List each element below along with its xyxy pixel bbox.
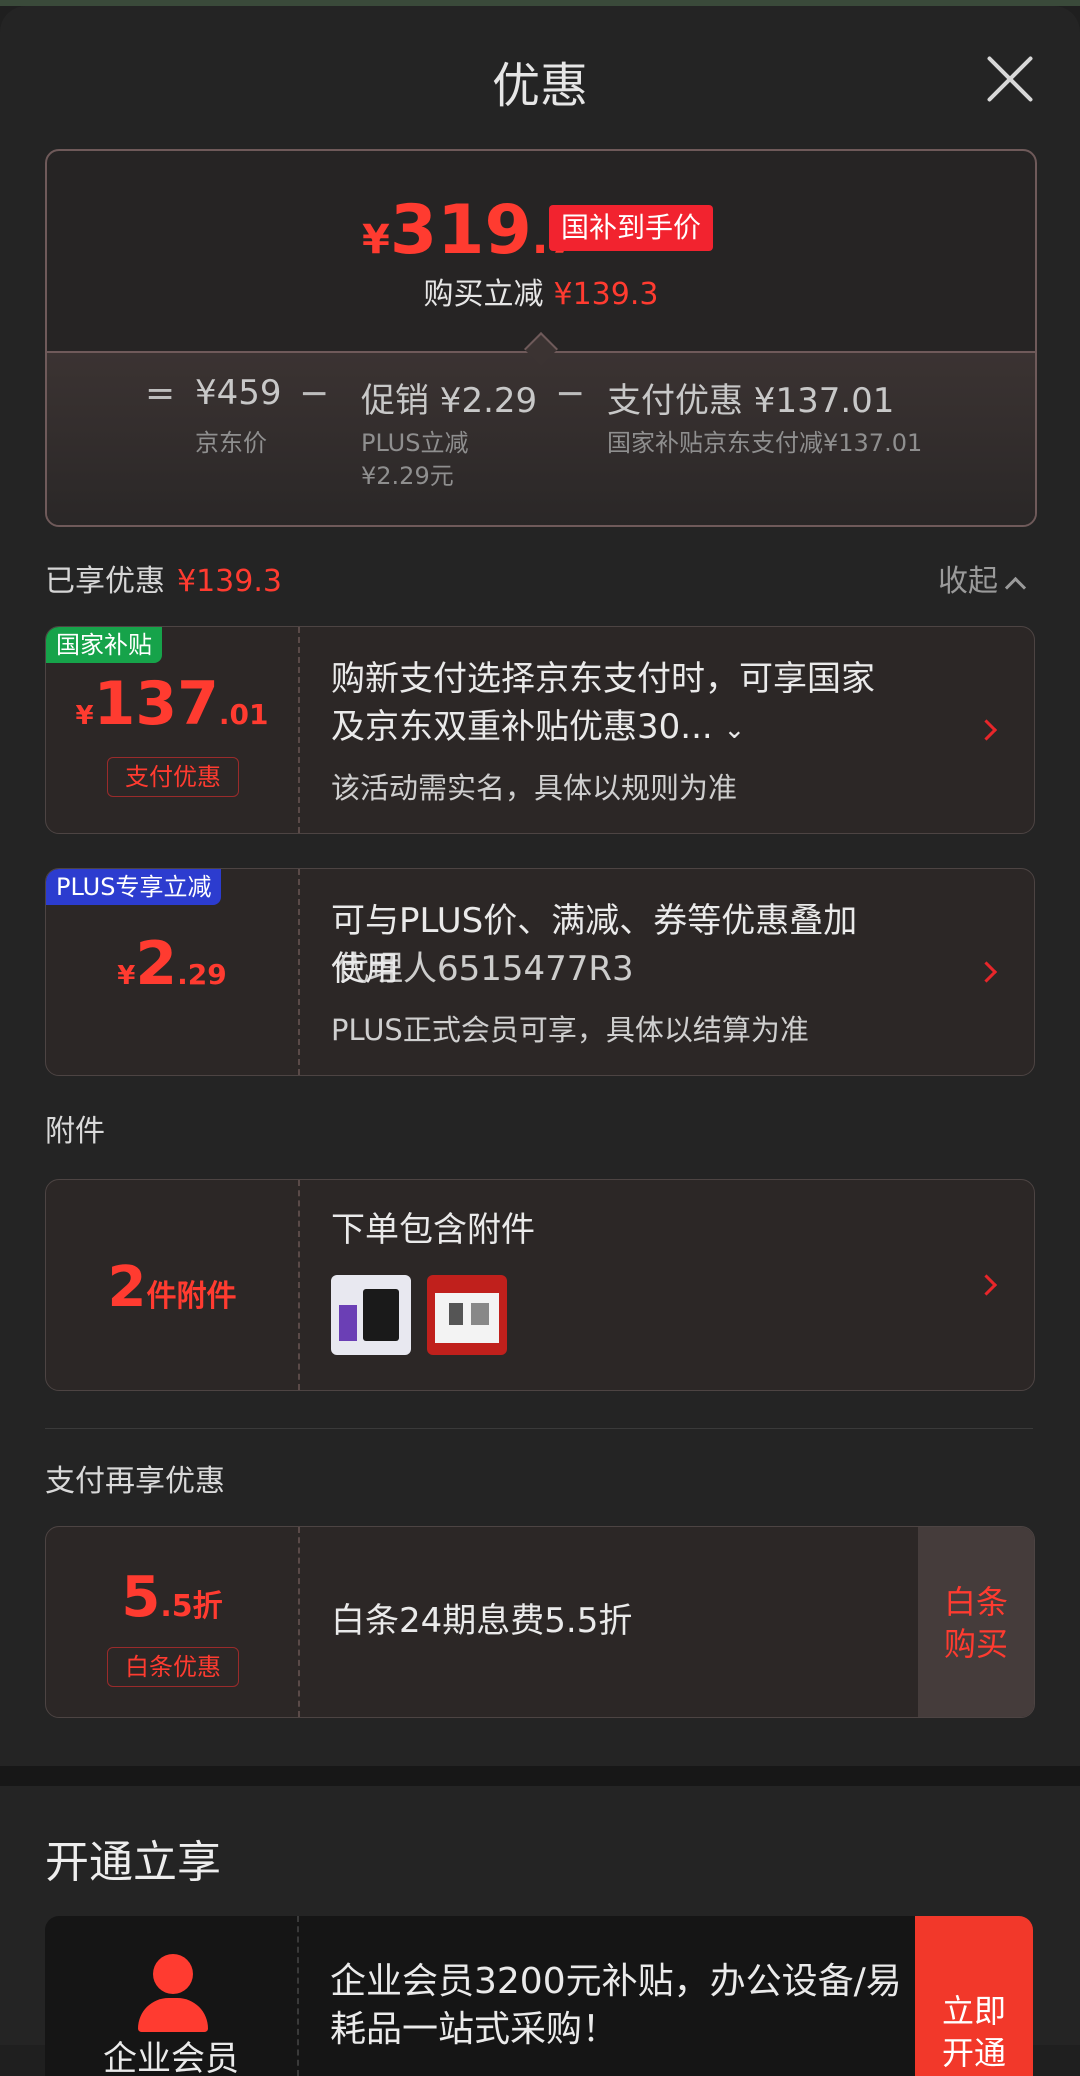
final-price: ¥319.7 xyxy=(362,191,579,270)
minus-sign: − xyxy=(299,373,330,414)
card-text: 购新支付选择京东支付时，可享国家 及京东双重补贴优惠30... ⌄ 该活动需实名… xyxy=(331,627,974,833)
sheet-title: 优惠 xyxy=(491,58,588,114)
subsidy-desc-line2[interactable]: 及京东双重补贴优惠30... ⌄ xyxy=(331,703,745,754)
subsidy-amount: ¥137.01 xyxy=(75,669,269,739)
baitiao-tag: 白条优惠 xyxy=(107,1647,239,1687)
pay-more-heading: 支付再享优惠 xyxy=(45,1464,225,1499)
accessory-count: 2件附件 xyxy=(107,1255,237,1320)
final-price-area: ¥319.7 国补到手价 购买立减¥139.3 xyxy=(47,151,1035,351)
pay-discount-desc: 国家补贴京东支付减¥137.01 xyxy=(607,429,923,457)
promo-desc: PLUS立减 xyxy=(361,429,469,457)
plus-amount: ¥2.29 xyxy=(117,929,227,999)
chevron-right-icon xyxy=(975,961,998,983)
enjoyed-discount: 已享优惠 ¥139.3 xyxy=(45,564,282,599)
section-separator xyxy=(0,1766,1080,1786)
baitiao-discount: 5.5折 xyxy=(121,1565,223,1630)
baitiao-amount-area: 5.5折 白条优惠 xyxy=(46,1527,300,1717)
pay-discount-tag: 支付优惠 xyxy=(107,757,239,797)
plus-note: PLUS正式会员可享，具体以结算为准 xyxy=(331,1013,809,1047)
baitiao-buy-button[interactable]: 白条 购买 xyxy=(918,1527,1034,1717)
baitiao-card[interactable]: 5.5折 白条优惠 白条24期息费5.5折 白条 购买 xyxy=(45,1526,1035,1718)
plus-badge: PLUS专享立减 xyxy=(46,869,222,905)
card-text: 白条24期息费5.5折 xyxy=(331,1527,916,1717)
open-now-button[interactable]: 立即 开通 xyxy=(915,1916,1033,2076)
accessories-title: 下单包含附件 xyxy=(331,1210,535,1250)
chevron-down-icon: ⌄ xyxy=(723,715,746,745)
divider xyxy=(45,1428,1033,1429)
price-breakdown: ¥319.7 国补到手价 购买立减¥139.3 = ¥459 京东价 − 促销 … xyxy=(45,149,1037,527)
chevron-right-icon xyxy=(975,719,998,741)
card-amount-area: 国家补贴 ¥137.01 支付优惠 xyxy=(46,627,300,833)
minus-sign: − xyxy=(555,373,586,414)
card-text: 下单包含附件 xyxy=(331,1180,974,1390)
accessory-count-area: 2件附件 xyxy=(46,1180,300,1390)
promo-desc-amount: ¥2.29元 xyxy=(361,462,454,490)
enterprise-desc: 企业会员3200元补贴，办公设备/易耗品一站式采购！ xyxy=(330,1961,902,2050)
chevron-right-icon xyxy=(975,1274,998,1296)
memory-card-thumbnail xyxy=(331,1275,411,1355)
jd-price-label: 京东价 xyxy=(195,429,267,457)
baitiao-desc: 白条24期息费5.5折 xyxy=(331,1601,633,1641)
accessories-heading: 附件 xyxy=(45,1114,105,1149)
instant-reduce: 购买立减 ¥139.3 xyxy=(423,277,659,312)
plus-card[interactable]: PLUS专享立减 ¥2.29 可与PLUS价、满减、券等优惠叠加 使用 代理人6… xyxy=(45,868,1035,1076)
jd-price: ¥459 xyxy=(195,373,282,413)
card-text: 可与PLUS价、满减、券等优惠叠加 使用 代理人6515477R3 PLUS正式… xyxy=(331,869,974,1075)
watermark-text: 代理人6515477R3 xyxy=(335,949,634,989)
enterprise-icon-area: 企业会员 xyxy=(45,1916,299,2076)
card-amount-area: PLUS专享立减 ¥2.29 xyxy=(46,869,300,1075)
subsidy-price-tag: 国补到手价 xyxy=(549,205,714,251)
accessories-card[interactable]: 2件附件 下单包含附件 xyxy=(45,1179,1035,1391)
close-icon[interactable] xyxy=(985,54,1035,104)
pay-discount: 支付优惠 ¥137.01 xyxy=(607,381,895,421)
plus-desc-line1: 可与PLUS价、满减、券等优惠叠加 xyxy=(331,901,858,941)
open-benefits-heading: 开通立享 xyxy=(45,1837,221,1888)
adapter-thumbnail xyxy=(427,1275,507,1355)
subsidy-desc-line1: 购新支付选择京东支付时，可享国家 xyxy=(331,659,875,699)
equals-sign: = xyxy=(145,373,176,414)
enterprise-member-card[interactable]: 企业会员 企业会员3200元补贴，办公设备/易耗品一站式采购！ 立即 开通 xyxy=(45,1916,1033,2076)
collapse-toggle[interactable]: 收起 xyxy=(938,556,1027,600)
enterprise-label: 企业会员 xyxy=(103,2039,239,2076)
promo-price: 促销 ¥2.29 xyxy=(361,381,538,421)
discount-sheet: 优惠 ¥319.7 国补到手价 购买立减¥139.3 = ¥459 京东价 − … xyxy=(0,6,1080,2076)
subsidy-card[interactable]: 国家补贴 ¥137.01 支付优惠 购新支付选择京东支付时，可享国家 及京东双重… xyxy=(45,626,1035,834)
subsidy-note: 该活动需实名，具体以规则为准 xyxy=(331,771,738,805)
subsidy-badge: 国家补贴 xyxy=(46,627,162,663)
chevron-up-icon xyxy=(1004,576,1027,599)
